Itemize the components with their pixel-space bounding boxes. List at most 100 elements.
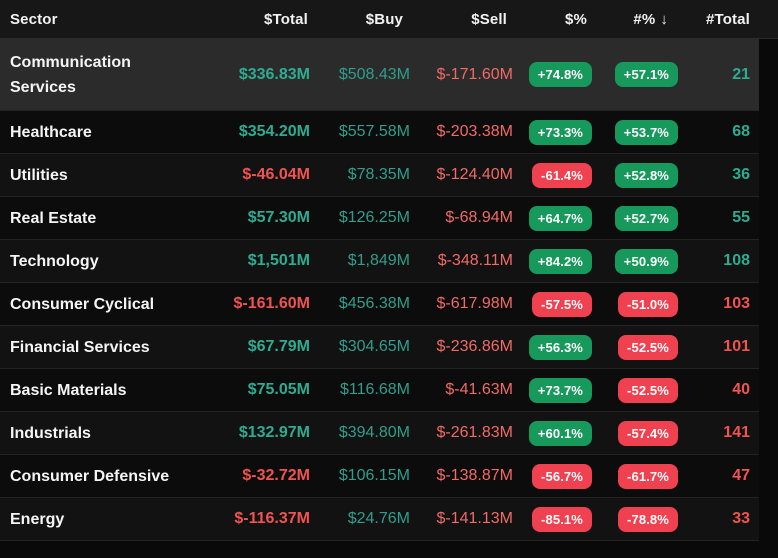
- count-total-value: 47: [678, 455, 759, 497]
- col-header-dollar-sell[interactable]: $Sell: [410, 0, 513, 38]
- table-row[interactable]: Technology $1,501M $1,849M $-348.11M +84…: [0, 240, 759, 283]
- col-header-dollar-total[interactable]: $Total: [205, 0, 310, 38]
- count-pct-badge: -78.8%: [618, 507, 678, 532]
- dollar-pct-badge: -85.1%: [532, 507, 592, 532]
- col-header-sector[interactable]: Sector: [0, 0, 205, 38]
- dollar-pct-cell: -61.4%: [513, 154, 592, 196]
- count-pct-badge: -52.5%: [618, 335, 678, 360]
- dollar-pct-cell: +60.1%: [513, 412, 592, 454]
- count-total-value: 103: [678, 283, 759, 325]
- table-row[interactable]: Real Estate $57.30M $126.25M $-68.94M +6…: [0, 197, 759, 240]
- dollar-buy-value: $106.15M: [310, 455, 410, 497]
- sector-name: Financial Services: [0, 326, 205, 368]
- dollar-sell-value: $-141.13M: [410, 498, 513, 540]
- dollar-total-value: $67.79M: [205, 326, 310, 368]
- count-total-value: 33: [678, 498, 759, 540]
- table-row[interactable]: Communication Services $336.83M $508.43M…: [0, 39, 759, 111]
- count-total-value: 101: [678, 326, 759, 368]
- dollar-pct-cell: -85.1%: [513, 498, 592, 540]
- col-header-count-pct[interactable]: #% ↓: [592, 0, 678, 38]
- dollar-pct-cell: -56.7%: [513, 455, 592, 497]
- sector-name: Technology: [0, 240, 205, 282]
- sector-name: Real Estate: [0, 197, 205, 239]
- dollar-sell-value: $-138.87M: [410, 455, 513, 497]
- count-total-value: 40: [678, 369, 759, 411]
- count-pct-badge: -61.7%: [618, 464, 678, 489]
- table-row[interactable]: Consumer Cyclical $-161.60M $456.38M $-6…: [0, 283, 759, 326]
- dollar-pct-badge: +60.1%: [529, 421, 592, 446]
- sector-name: Healthcare: [0, 111, 205, 153]
- dollar-total-value: $132.97M: [205, 412, 310, 454]
- count-total-value: 55: [678, 197, 759, 239]
- dollar-buy-value: $1,849M: [310, 240, 410, 282]
- table-body: Communication Services $336.83M $508.43M…: [0, 39, 778, 541]
- dollar-pct-cell: +73.3%: [513, 111, 592, 153]
- dollar-pct-cell: +73.7%: [513, 369, 592, 411]
- sector-name: Energy: [0, 498, 205, 540]
- sector-name: Consumer Defensive: [0, 455, 205, 497]
- col-header-count-total[interactable]: #Total: [678, 0, 759, 38]
- count-total-value: 141: [678, 412, 759, 454]
- sort-descending-icon: ↓: [660, 11, 668, 28]
- dollar-sell-value: $-203.38M: [410, 111, 513, 153]
- count-pct-cell: +50.9%: [592, 240, 678, 282]
- dollar-total-value: $-116.37M: [205, 498, 310, 540]
- dollar-buy-value: $394.80M: [310, 412, 410, 454]
- dollar-sell-value: $-124.40M: [410, 154, 513, 196]
- dollar-pct-cell: +64.7%: [513, 197, 592, 239]
- dollar-total-value: $1,501M: [205, 240, 310, 282]
- dollar-total-value: $-46.04M: [205, 154, 310, 196]
- col-header-dollar-buy[interactable]: $Buy: [310, 0, 410, 38]
- dollar-pct-badge: -61.4%: [532, 163, 592, 188]
- dollar-buy-value: $126.25M: [310, 197, 410, 239]
- table-row[interactable]: Basic Materials $75.05M $116.68M $-41.63…: [0, 369, 759, 412]
- dollar-buy-value: $116.68M: [310, 369, 410, 411]
- count-pct-badge: +52.7%: [615, 206, 678, 231]
- sector-screener-table: Sector $Total $Buy $Sell $% #% ↓ #Total …: [0, 0, 778, 558]
- dollar-buy-value: $557.58M: [310, 111, 410, 153]
- count-pct-cell: -61.7%: [592, 455, 678, 497]
- dollar-pct-cell: +84.2%: [513, 240, 592, 282]
- table-row[interactable]: Utilities $-46.04M $78.35M $-124.40M -61…: [0, 154, 759, 197]
- count-pct-cell: -52.5%: [592, 369, 678, 411]
- dollar-sell-value: $-68.94M: [410, 197, 513, 239]
- dollar-buy-value: $456.38M: [310, 283, 410, 325]
- count-pct-badge: -51.0%: [618, 292, 678, 317]
- table-row[interactable]: Consumer Defensive $-32.72M $106.15M $-1…: [0, 455, 759, 498]
- dollar-buy-value: $24.76M: [310, 498, 410, 540]
- dollar-pct-badge: -57.5%: [532, 292, 592, 317]
- count-pct-cell: +52.7%: [592, 197, 678, 239]
- count-pct-badge: +52.8%: [615, 163, 678, 188]
- count-pct-badge: +50.9%: [615, 249, 678, 274]
- dollar-total-value: $336.83M: [205, 39, 310, 110]
- table-row[interactable]: Healthcare $354.20M $557.58M $-203.38M +…: [0, 111, 759, 154]
- dollar-sell-value: $-261.83M: [410, 412, 513, 454]
- dollar-total-value: $75.05M: [205, 369, 310, 411]
- dollar-sell-value: $-171.60M: [410, 39, 513, 110]
- count-total-value: 21: [678, 39, 759, 110]
- count-total-value: 36: [678, 154, 759, 196]
- dollar-sell-value: $-41.63M: [410, 369, 513, 411]
- dollar-total-value: $57.30M: [205, 197, 310, 239]
- sector-name: Industrials: [0, 412, 205, 454]
- dollar-total-value: $-32.72M: [205, 455, 310, 497]
- sector-name: Basic Materials: [0, 369, 205, 411]
- col-header-dollar-pct[interactable]: $%: [513, 0, 592, 38]
- dollar-pct-badge: +84.2%: [529, 249, 592, 274]
- count-pct-cell: +52.8%: [592, 154, 678, 196]
- col-header-count-pct-label: #%: [633, 11, 655, 28]
- count-pct-cell: +53.7%: [592, 111, 678, 153]
- count-total-value: 68: [678, 111, 759, 153]
- dollar-sell-value: $-617.98M: [410, 283, 513, 325]
- dollar-sell-value: $-236.86M: [410, 326, 513, 368]
- dollar-pct-cell: +74.8%: [513, 39, 592, 110]
- table-row[interactable]: Industrials $132.97M $394.80M $-261.83M …: [0, 412, 759, 455]
- dollar-pct-badge: +74.8%: [529, 62, 592, 87]
- dollar-buy-value: $508.43M: [310, 39, 410, 110]
- count-pct-cell: -57.4%: [592, 412, 678, 454]
- table-row[interactable]: Financial Services $67.79M $304.65M $-23…: [0, 326, 759, 369]
- count-pct-badge: -57.4%: [618, 421, 678, 446]
- table-row[interactable]: Energy $-116.37M $24.76M $-141.13M -85.1…: [0, 498, 759, 541]
- dollar-pct-badge: +73.7%: [529, 378, 592, 403]
- count-pct-badge: +57.1%: [615, 62, 678, 87]
